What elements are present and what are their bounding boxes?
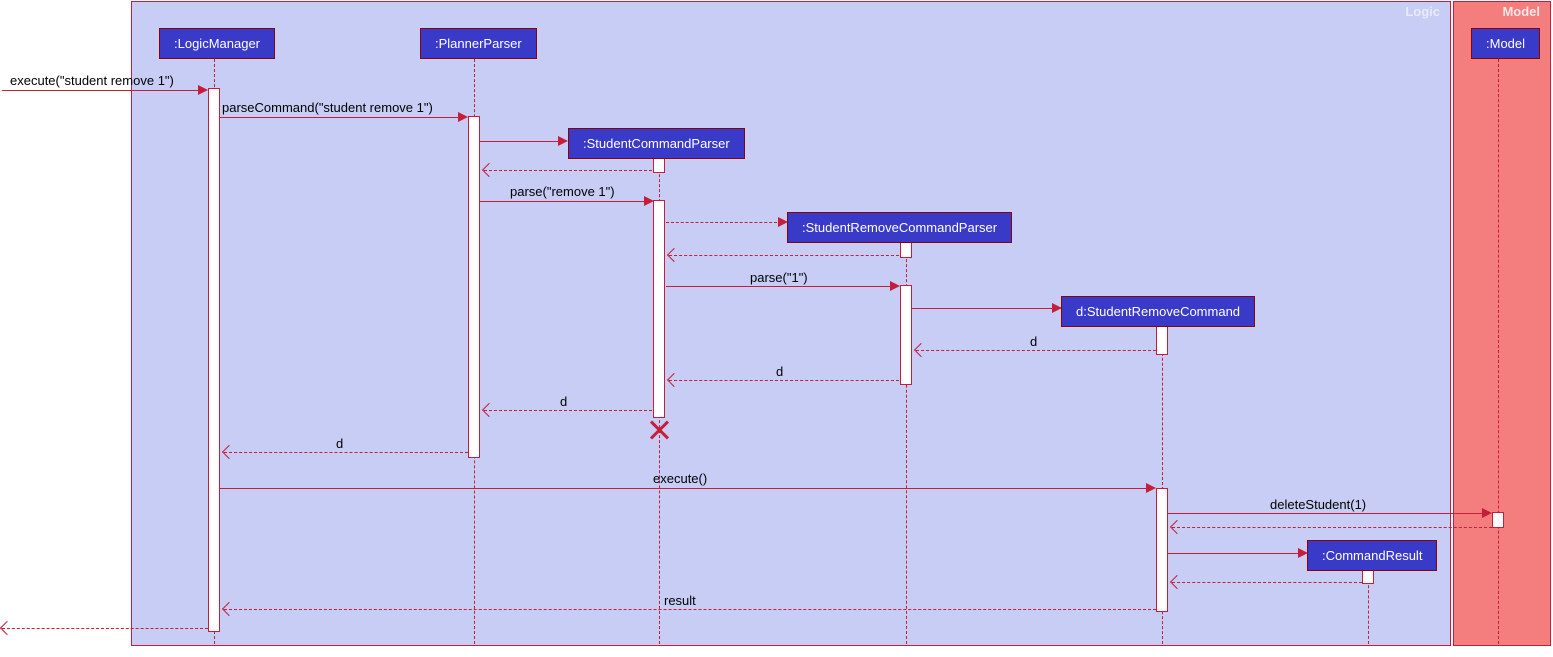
arrow-return-srcp-create (669, 255, 899, 256)
participant-student-remove-command: d:StudentRemoveCommand (1061, 296, 1255, 327)
model-region: Model (1453, 1, 1551, 646)
participant-planner-parser: :PlannerParser (420, 28, 537, 59)
activation-logic-manager (208, 88, 220, 632)
activation-student-remove-command-1 (1156, 325, 1168, 355)
participant-command-result: :CommandResult (1307, 540, 1437, 571)
activation-student-remove-command-parser-1 (900, 242, 912, 258)
destroy-student-command-parser (649, 420, 669, 440)
arrowhead-m5 (1146, 483, 1156, 493)
lifeline-model (1498, 59, 1499, 644)
msg-delete-student: deleteStudent(1) (1270, 497, 1366, 512)
activation-student-command-parser-1 (653, 157, 665, 173)
arrowhead-m4 (890, 281, 900, 291)
arrow-m5 (220, 488, 1150, 489)
msg-return-d4: d (336, 436, 343, 451)
arrow-rd2 (669, 380, 899, 381)
arrow-return-cr (1172, 582, 1362, 583)
msg-result: result (664, 593, 696, 608)
arrow-rd3 (484, 410, 652, 411)
activation-model (1492, 512, 1504, 528)
arrowhead-m2 (458, 112, 468, 122)
msg-execute-student-remove: execute("student remove 1") (10, 73, 174, 88)
arrow-return-model (1172, 527, 1492, 528)
activation-planner-parser (468, 116, 480, 458)
model-region-title: Model (1502, 4, 1540, 19)
activation-student-command-parser-2 (653, 200, 665, 418)
arrow-m3 (480, 201, 648, 202)
arrow-result (224, 609, 1156, 610)
msg-return-d1: d (1030, 334, 1037, 349)
arrow-return-scp-create (484, 170, 652, 171)
msg-return-d3: d (560, 394, 567, 409)
msg-return-d2: d (776, 364, 783, 379)
arrow-create-cr (1168, 553, 1302, 554)
participant-student-command-parser: :StudentCommandParser (568, 128, 745, 159)
msg-parse-one: parse("1") (750, 270, 808, 285)
participant-logic-manager: :LogicManager (159, 28, 275, 59)
arrow-create-src (912, 308, 1056, 309)
arrow-return-external (2, 628, 208, 629)
arrow-m6 (1168, 513, 1486, 514)
arrowhead-return-external (0, 621, 14, 635)
arrow-create-srcp (666, 222, 782, 223)
logic-region-title: Logic (1405, 4, 1440, 19)
arrowhead-m1 (198, 85, 208, 95)
arrow-m1 (2, 90, 202, 91)
activation-student-remove-command-2 (1156, 488, 1168, 612)
arrowhead-create-scp (558, 136, 568, 146)
msg-parse-remove: parse("remove 1") (510, 184, 615, 199)
participant-model: :Model (1471, 28, 1540, 59)
arrowhead-m3 (644, 196, 654, 206)
arrow-m2 (220, 117, 462, 118)
participant-student-remove-command-parser: :StudentRemoveCommandParser (787, 212, 1012, 243)
arrow-m4 (666, 286, 894, 287)
activation-student-remove-command-parser-2 (900, 285, 912, 385)
msg-execute: execute() (653, 471, 707, 486)
arrow-rd4 (224, 452, 468, 453)
arrow-rd1 (916, 350, 1156, 351)
msg-parse-command: parseCommand("student remove 1") (222, 100, 433, 115)
arrow-create-scp (480, 141, 562, 142)
arrowhead-m6 (1482, 508, 1492, 518)
